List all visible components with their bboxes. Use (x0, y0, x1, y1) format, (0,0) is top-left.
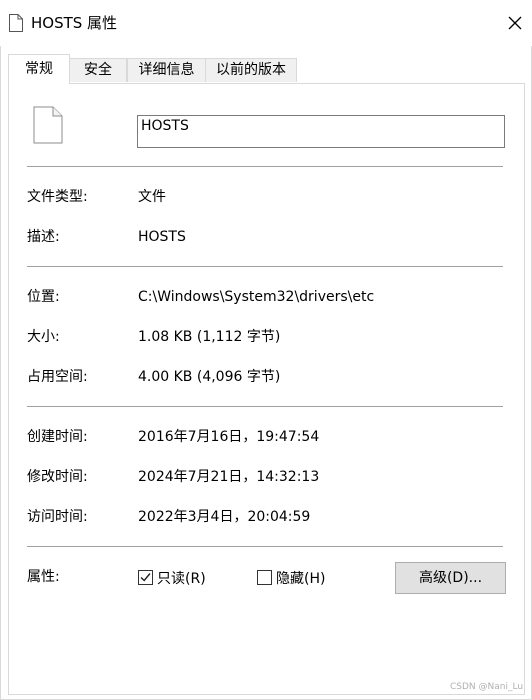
separator (27, 406, 503, 407)
size-on-disk-value: 4.00 KB (4,096 字节) (138, 369, 281, 385)
readonly-label[interactable]: 只读(R) (157, 569, 206, 589)
file-name-input[interactable] (137, 115, 505, 148)
close-button[interactable] (500, 6, 530, 40)
file-type-icon (33, 106, 63, 144)
hidden-checkbox[interactable] (257, 570, 272, 585)
checkmark-icon (140, 573, 151, 582)
size-value: 1.08 KB (1,112 字节) (138, 329, 281, 345)
tab-details[interactable]: 详细信息 (127, 58, 206, 82)
tab-general[interactable]: 常规 (8, 54, 70, 84)
file-type-label: 文件类型: (27, 189, 88, 205)
hidden-label[interactable]: 隐藏(H) (276, 569, 325, 589)
tab-previous-versions[interactable]: 以前的版本 (205, 58, 297, 82)
separator (27, 166, 503, 167)
file-type-value: 文件 (138, 189, 166, 205)
description-value: HOSTS (138, 229, 186, 245)
close-icon (508, 16, 522, 30)
location-label: 位置: (27, 289, 60, 305)
window-title: HOSTS 属性 (31, 14, 118, 32)
separator (27, 546, 503, 547)
modified-value: 2024年7月21日，14:32:13 (138, 469, 320, 485)
separator (27, 266, 503, 267)
tab-security[interactable]: 安全 (69, 58, 127, 82)
watermark: CSDN @Nani_Lu (450, 682, 524, 692)
location-value: C:\Windows\System32\drivers\etc (138, 289, 375, 305)
title-bar: HOSTS 属性 (0, 0, 532, 46)
file-icon (9, 14, 23, 32)
advanced-button[interactable]: 高级(D)... (395, 562, 506, 594)
general-panel (8, 83, 525, 695)
modified-label: 修改时间: (27, 469, 88, 485)
description-label: 描述: (27, 229, 60, 245)
readonly-checkbox[interactable] (138, 570, 153, 585)
attributes-label: 属性: (27, 569, 60, 585)
created-label: 创建时间: (27, 429, 88, 445)
size-on-disk-label: 占用空间: (27, 369, 88, 385)
size-label: 大小: (27, 329, 60, 345)
accessed-label: 访问时间: (27, 509, 88, 525)
created-value: 2016年7月16日，19:47:54 (138, 429, 320, 445)
accessed-value: 2022年3月4日，20:04:59 (138, 509, 311, 525)
